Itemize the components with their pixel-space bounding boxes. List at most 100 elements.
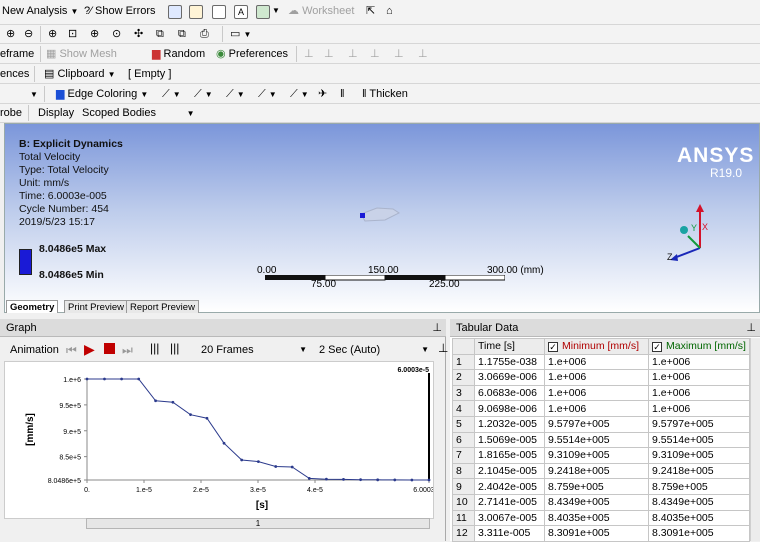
- thicken-button[interactable]: ‖ Thicken: [362, 86, 408, 102]
- row-index: 11: [452, 509, 475, 527]
- wireframe-button[interactable]: eframe: [0, 46, 34, 62]
- table-row[interactable]: 8 2.1045e-005 9.2418e+005 9.2418e+005: [452, 462, 750, 480]
- legend-max: 8.0486e5 Max: [39, 243, 107, 255]
- edge-style-icon-2[interactable]: ⟋ ▼: [194, 86, 213, 102]
- new-analysis-menu[interactable]: New Analysis ▼: [2, 3, 78, 19]
- play-icon[interactable]: ▶: [84, 341, 95, 358]
- explode-icon-4[interactable]: ⊥: [370, 46, 380, 62]
- selection-cursor-icon[interactable]: ⇱: [366, 3, 375, 19]
- thin-icon[interactable]: ‖: [340, 86, 345, 102]
- edge-style-icon-4[interactable]: ⟋ ▼: [258, 86, 277, 102]
- zoom-fit-icon[interactable]: ⊕: [90, 26, 99, 42]
- data-point: [154, 399, 157, 403]
- show-mesh-button[interactable]: ▦ Show Mesh: [46, 46, 117, 62]
- next-frame-icon[interactable]: ⏭: [122, 343, 133, 358]
- table-row[interactable]: 12 3.311e-005 8.3091e+005 8.3091e+005: [452, 525, 750, 542]
- viewports-icon[interactable]: ▭ ▼: [230, 26, 251, 42]
- row-index: 12: [452, 525, 475, 542]
- cell-maximum: 1.e+006: [648, 400, 750, 417]
- notes-icon[interactable]: [212, 5, 226, 19]
- distributed-frames-icon[interactable]: |||: [150, 341, 159, 355]
- explode-icon-2[interactable]: ⊥: [324, 46, 334, 62]
- stop-icon[interactable]: [104, 343, 115, 354]
- previous-frame-icon[interactable]: ⏮: [66, 343, 77, 358]
- explode-icon-1[interactable]: ⊥: [304, 46, 314, 62]
- checkbox-maximum[interactable]: ✓: [652, 341, 662, 352]
- edge-style-icon-3[interactable]: ⟋ ▼: [226, 86, 245, 102]
- time-slider[interactable]: 1: [86, 518, 430, 529]
- rotate-icon[interactable]: ✣: [134, 26, 143, 42]
- data-point: [324, 477, 328, 481]
- edge-style-icon-5[interactable]: ⟋ ▼: [290, 86, 309, 102]
- zoom-box-icon[interactable]: ⊡: [68, 26, 77, 42]
- next-view-icon[interactable]: ⧉: [178, 26, 186, 42]
- column-maximum[interactable]: ✓ Maximum [mm/s]: [648, 338, 750, 355]
- column-minimum[interactable]: ✓ Minimum [mm/s]: [544, 338, 649, 355]
- table-row[interactable]: 5 1.2032e-005 9.5797e+005 9.5797e+005: [452, 415, 750, 433]
- pin-icon[interactable]: ⊥: [746, 319, 756, 337]
- chevron-down-icon[interactable]: ▼: [272, 3, 280, 19]
- edge-style-icon-1[interactable]: ⟋ ▼: [162, 86, 181, 102]
- table-row[interactable]: 6 1.5069e-005 9.5514e+005 9.5514e+005: [452, 431, 750, 449]
- probe-button[interactable]: robe: [0, 105, 22, 121]
- model-geometry[interactable]: [355, 204, 405, 226]
- explode-icon-6[interactable]: ⊥: [418, 46, 428, 62]
- frames-select[interactable]: 20 Frames ▼: [198, 342, 310, 358]
- zoom-in-icon[interactable]: ⊕: [6, 26, 15, 42]
- data-point: [240, 458, 244, 462]
- text-annotation-icon[interactable]: A: [234, 5, 248, 19]
- duration-select[interactable]: 2 Sec (Auto) ▼: [316, 342, 432, 358]
- magnifier-icon[interactable]: ⊙: [112, 26, 121, 42]
- clipboard-menu[interactable]: ▤ Clipboard ▼: [44, 66, 116, 82]
- zoom-region-icon[interactable]: ⊕: [48, 26, 57, 42]
- show-errors-button[interactable]: ?⁄ Show Errors: [84, 3, 156, 19]
- edge-coloring-menu[interactable]: ▆ Edge Coloring ▼: [56, 86, 148, 102]
- data-point: [376, 478, 380, 482]
- row-index: 3: [452, 384, 475, 402]
- graph-chart[interactable]: 8.0486e+5 8.5e+5 9.e+5 9.5e+5 1.e+6 0. 1.e-5 2.…: [4, 361, 434, 519]
- random-colors-button[interactable]: ▆ Random: [152, 46, 205, 62]
- result-frames-icon[interactable]: |||: [170, 341, 179, 355]
- table-scrollbar[interactable]: [750, 338, 760, 541]
- cell-time: 1.1755e-038: [474, 353, 545, 371]
- data-point: [120, 377, 123, 381]
- table-row[interactable]: 9 2.4042e-005 8.759e+005 8.759e+005: [452, 478, 750, 495]
- report-icon[interactable]: [189, 5, 203, 19]
- worksheet-button[interactable]: ☁ Worksheet: [288, 3, 354, 19]
- previous-view-icon[interactable]: ⧉: [156, 26, 164, 42]
- explode-icon-5[interactable]: ⊥: [394, 46, 404, 62]
- export-icon[interactable]: ⊥: [438, 341, 448, 355]
- zoom-out-icon[interactable]: ⊖: [24, 26, 33, 42]
- tag-icon[interactable]: ⌂: [386, 3, 393, 19]
- x-tick-label: 6.0003e-5: [413, 487, 434, 494]
- image-icon[interactable]: [256, 5, 270, 19]
- table-row[interactable]: 2 3.0669e-006 1.e+006 1.e+006: [452, 369, 750, 386]
- x-axis-label: [s]: [256, 500, 268, 511]
- explode-icon-3[interactable]: ⊥: [348, 46, 358, 62]
- preferences-button[interactable]: ◉ Preferences: [216, 46, 288, 62]
- pin-icon[interactable]: ✈: [318, 86, 327, 102]
- cell-maximum: 8.3091e+005: [648, 525, 750, 542]
- tab-report-preview[interactable]: Report Preview: [126, 300, 199, 313]
- chevron-down-icon[interactable]: ▼: [30, 87, 38, 103]
- x-tick-label: 0.: [84, 487, 90, 494]
- legend-color-bar: [19, 249, 32, 275]
- cell-maximum: 9.5514e+005: [648, 431, 750, 449]
- table-row[interactable]: 1 1.1755e-038 1.e+006 1.e+006: [452, 353, 750, 371]
- checkbox-minimum[interactable]: ✓: [548, 341, 558, 352]
- table-row[interactable]: 3 6.0683e-006 1.e+006 1.e+006: [452, 384, 750, 402]
- print-icon[interactable]: ⎙: [200, 26, 209, 42]
- column-time[interactable]: Time [s]: [474, 338, 545, 355]
- tab-geometry[interactable]: Geometry: [6, 300, 59, 313]
- display-select[interactable]: Scoped Bodies ▼: [82, 105, 194, 121]
- pin-icon[interactable]: ⊥: [432, 319, 442, 337]
- table-row[interactable]: 11 3.0067e-005 8.4035e+005 8.4035e+005: [452, 509, 750, 527]
- table-row[interactable]: 10 2.7141e-005 8.4349e+005 8.4349e+005: [452, 493, 750, 511]
- table-row[interactable]: 4 9.0698e-006 1.e+006 1.e+006: [452, 400, 750, 417]
- table-row[interactable]: 7 1.8165e-005 9.3109e+005 9.3109e+005: [452, 447, 750, 464]
- row-index: 7: [452, 447, 475, 464]
- graphics-viewport[interactable]: B: Explicit Dynamics Total Velocity Type…: [4, 123, 760, 313]
- tab-print-preview[interactable]: Print Preview: [64, 300, 128, 313]
- table-icon[interactable]: [168, 5, 182, 19]
- cell-time: 2.1045e-005: [474, 462, 545, 480]
